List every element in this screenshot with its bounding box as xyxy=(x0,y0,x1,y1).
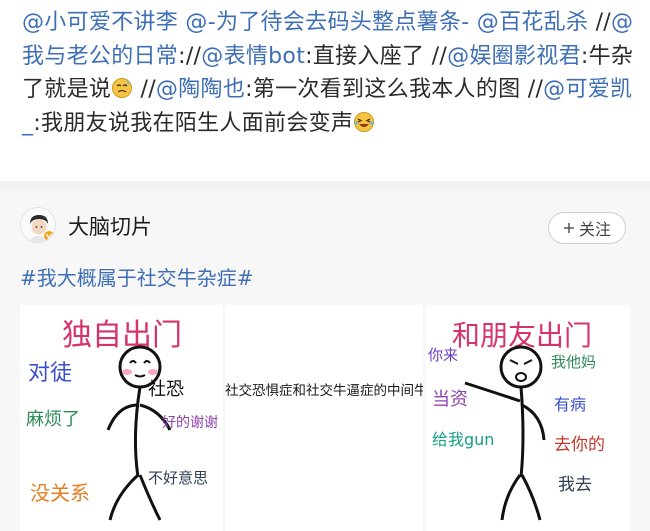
drawing-word: 没关系 xyxy=(30,481,90,505)
sweating-emoji-icon xyxy=(112,78,133,98)
post-image-1[interactable]: 独自出门 对徒 麻烦了 没关系 社恐 好的谢谢 不好意思 xyxy=(20,305,223,531)
laughing-emoji-icon xyxy=(354,111,375,132)
drawing-word: 去你的 xyxy=(554,435,605,455)
avatar[interactable] xyxy=(20,207,56,243)
image-caption: 社交恐惧症和社交牛逼症的中间牛杂症 xyxy=(225,383,423,399)
drawing-word: 我他妈 xyxy=(551,353,596,371)
drawing-word: 我去 xyxy=(558,475,592,495)
follow-button[interactable]: 关注 xyxy=(548,212,626,244)
drawing-word: 不好意思 xyxy=(148,469,208,487)
repost-text: @小可爱不讲李 @-为了待会去码头整点薯条- @百花乱杀 //@我与老公的日常:… xyxy=(22,6,634,140)
mention-link[interactable]: @陶陶也 xyxy=(156,77,245,102)
mention-link[interactable]: @-为了待会去码头整点薯条- xyxy=(185,10,469,35)
repost-comment: :我朋友说我在陌生人面前会变声 xyxy=(33,110,354,136)
plus-icon xyxy=(563,223,574,233)
drawing-word: 你来 xyxy=(428,346,458,364)
mention-link[interactable]: @小可爱不讲李 xyxy=(22,10,178,35)
repost-separator: // xyxy=(133,77,156,102)
follow-label: 关注 xyxy=(578,220,611,239)
drawing-word: 当资 xyxy=(432,389,468,410)
repost-separator: // xyxy=(185,43,202,69)
drawing-word: 社恐 xyxy=(148,379,184,400)
stick-figure-drawing: 和朋友出门 你来 我他妈 有病 去你的 我去 给我gun 当资 xyxy=(428,319,605,521)
verified-badge-icon xyxy=(43,230,55,242)
drawing-word: 麻烦了 xyxy=(26,409,80,430)
mention-link[interactable]: @娱圈影视君 xyxy=(447,44,581,69)
repost-comment: : xyxy=(178,43,186,69)
drawing-word: 好的谢谢 xyxy=(162,415,218,431)
repost-separator: // xyxy=(588,10,612,35)
post-image-2[interactable]: 社交恐惧症和社交牛逼症的中间牛杂症 xyxy=(225,305,423,531)
drawing-title: 独自出门 xyxy=(62,318,182,353)
mention-link[interactable]: @表情bot xyxy=(201,44,305,69)
mention-link[interactable]: @百花乱杀 xyxy=(477,10,589,35)
post-image-3[interactable]: 和朋友出门 你来 我他妈 有病 去你的 我去 给我gun 当资 xyxy=(426,305,630,531)
author-name[interactable]: 大脑切片 xyxy=(68,211,152,241)
drawing-word: 给我gun xyxy=(432,430,494,449)
drawing-word: 有病 xyxy=(554,395,586,414)
drawing-word: 对徒 xyxy=(28,361,72,386)
repost-comment: :直接入座了 // xyxy=(305,43,448,69)
repost-comment: :第一次看到这么我本人的图 // xyxy=(245,77,544,102)
section-divider xyxy=(0,181,650,191)
stick-figure-drawing: 独自出门 对徒 麻烦了 没关系 社恐 好的谢谢 不好意思 xyxy=(26,318,218,521)
hashtag-link[interactable]: #我大概属于社交牛杂症# xyxy=(20,262,254,291)
original-post-card[interactable]: 大脑切片 关注 #我大概属于社交牛杂症# 独自出门 对徒 麻烦了 没关系 社恐 … xyxy=(0,191,650,531)
